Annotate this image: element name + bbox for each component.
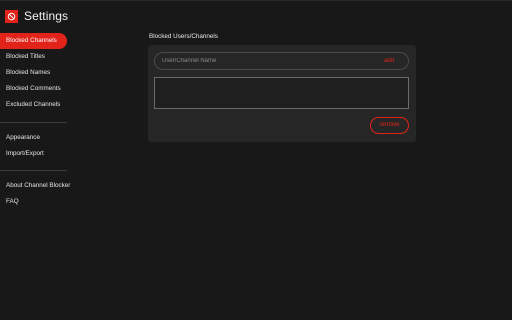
sidebar-item-blocked-names[interactable]: Blocked Names — [0, 65, 67, 81]
add-channel-row: add — [154, 52, 409, 70]
nav-group-info: About Channel Blocker FAQ — [0, 178, 70, 210]
sidebar-item-excluded-channels[interactable]: Excluded Channels — [0, 97, 67, 113]
sidebar-item-faq[interactable]: FAQ — [0, 194, 67, 210]
sidebar-item-blocked-comments[interactable]: Blocked Comments — [0, 81, 67, 97]
channel-name-input[interactable] — [162, 53, 362, 69]
section-title: Blocked Users/Channels — [149, 33, 218, 40]
sidebar-item-appearance[interactable]: Appearance — [0, 130, 67, 146]
brand: Settings — [5, 9, 68, 23]
remove-button[interactable]: remove — [370, 117, 409, 134]
blocked-channels-card: add remove — [148, 45, 416, 142]
add-button[interactable]: add — [384, 53, 394, 69]
sidebar-item-import-export[interactable]: Import/Export — [0, 146, 67, 162]
sidebar-item-blocked-channels[interactable]: Blocked Channels — [0, 33, 67, 49]
sidebar-item-blocked-titles[interactable]: Blocked Titles — [0, 49, 67, 65]
sidebar-divider — [0, 122, 67, 123]
sidebar-divider — [0, 170, 67, 171]
nav-group-filters: Blocked Channels Blocked Titles Blocked … — [0, 33, 67, 113]
page-title: Settings — [24, 9, 69, 23]
sidebar-item-about[interactable]: About Channel Blocker — [0, 178, 70, 194]
nav-group-settings: Appearance Import/Export — [0, 130, 67, 162]
no-entry-icon — [5, 9, 18, 23]
sidebar: Settings Blocked Channels Blocked Titles… — [0, 1, 70, 320]
settings-page: Settings Blocked Channels Blocked Titles… — [0, 0, 512, 320]
blocked-channels-list[interactable] — [154, 77, 409, 109]
